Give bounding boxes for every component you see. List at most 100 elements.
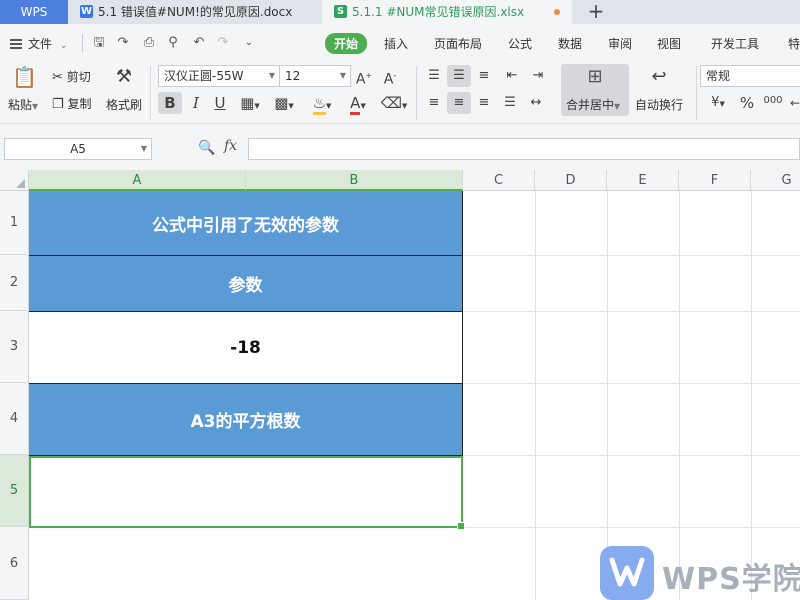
- cell-a4-header[interactable]: A3的平方根数: [29, 384, 463, 456]
- paste-label: 粘贴: [8, 98, 33, 112]
- borders-icon[interactable]: ▦▼: [236, 94, 264, 115]
- file-menu[interactable]: 文件 ⌄: [10, 35, 67, 52]
- wps-logo-icon: [600, 546, 654, 600]
- divider: [696, 66, 697, 120]
- cut-button[interactable]: ✂ 剪切: [52, 68, 91, 85]
- wps-home-tab[interactable]: WPS: [0, 0, 68, 24]
- column-header-f[interactable]: F: [679, 170, 751, 191]
- format-painter-button[interactable]: 格式刷: [106, 96, 142, 113]
- print-icon[interactable]: ⎙: [142, 36, 156, 50]
- divider: [150, 66, 151, 120]
- wps-academy-watermark: WPS学院: [600, 546, 800, 600]
- column-header-c[interactable]: C: [463, 170, 535, 191]
- gridline: [679, 191, 680, 600]
- gridline: [607, 191, 608, 600]
- currency-icon[interactable]: ¥▼: [704, 94, 732, 113]
- font-color-icon[interactable]: A▼: [344, 94, 372, 115]
- insert-function-button[interactable]: fx: [224, 138, 237, 154]
- chevron-down-icon: ▼: [614, 102, 621, 111]
- tab-special[interactable]: 特: [788, 35, 800, 52]
- column-header-e[interactable]: E: [607, 170, 679, 191]
- font-size-select[interactable]: 12 ▼: [279, 65, 351, 87]
- tab-page-layout[interactable]: 页面布局: [434, 35, 482, 52]
- tab-formulas[interactable]: 公式: [508, 35, 532, 52]
- align-center-icon[interactable]: ≡: [449, 94, 469, 112]
- row-header-1[interactable]: 1: [0, 191, 28, 255]
- formula-input[interactable]: [248, 138, 800, 160]
- increase-indent-icon[interactable]: ⇥: [528, 67, 548, 85]
- tab-review[interactable]: 审阅: [608, 35, 632, 52]
- number-format-value: 常规: [706, 69, 731, 83]
- name-box[interactable]: A5 ▼: [4, 138, 152, 160]
- align-left-icon[interactable]: ≡: [424, 94, 444, 112]
- format-painter-icon[interactable]: ⚒: [112, 68, 136, 92]
- divider: [416, 66, 417, 120]
- cell-a3-value[interactable]: -18: [29, 312, 463, 384]
- hamburger-icon: [10, 39, 22, 49]
- spreadsheet-icon: S: [334, 5, 347, 18]
- increase-font-icon[interactable]: A+: [354, 67, 374, 89]
- select-all-button[interactable]: [0, 170, 29, 191]
- distributed-icon[interactable]: ↔: [526, 94, 546, 112]
- tab-view[interactable]: 视图: [657, 35, 681, 52]
- tab-data[interactable]: 数据: [558, 35, 582, 52]
- column-header-d[interactable]: D: [535, 170, 607, 191]
- wrap-text-button[interactable]: 自动换行: [635, 96, 683, 113]
- paste-icon[interactable]: 📋: [12, 67, 37, 92]
- align-top-icon[interactable]: ☰: [424, 67, 444, 85]
- number-format-select[interactable]: 常规: [700, 65, 800, 87]
- underline-icon[interactable]: U: [210, 94, 230, 112]
- cell-a1-title[interactable]: 公式中引用了无效的参数: [29, 191, 463, 256]
- align-bottom-icon[interactable]: ≡: [474, 67, 494, 85]
- export-icon[interactable]: ↷: [116, 36, 130, 50]
- row-header-4[interactable]: 4: [0, 383, 28, 455]
- tab-xlsx[interactable]: S 5.1.1 #NUM常见错误原因.xlsx: [322, 0, 572, 24]
- decimal-icon[interactable]: ←: [788, 94, 800, 112]
- italic-icon[interactable]: I: [186, 94, 206, 112]
- row-header-3[interactable]: 3: [0, 311, 28, 383]
- chevron-down-icon: ▼: [140, 144, 147, 153]
- percent-button[interactable]: %: [738, 94, 756, 112]
- merge-center-button[interactable]: 合并居中▼: [566, 96, 620, 113]
- fill-pattern-icon[interactable]: ▩▼: [270, 94, 298, 115]
- zoom-search-icon[interactable]: 🔍: [198, 140, 215, 156]
- tab-developer[interactable]: 开发工具: [711, 35, 759, 52]
- merge-cells-icon[interactable]: ⊞: [582, 68, 608, 90]
- redo-icon[interactable]: ↷: [216, 36, 230, 50]
- paste-button[interactable]: 粘贴▼: [8, 96, 38, 113]
- cell-a2-header[interactable]: 参数: [29, 256, 463, 312]
- fill-color-icon[interactable]: ♨▼: [308, 94, 336, 115]
- tab-docx[interactable]: W 5.1 错误值#NUM!的常见原因.docx: [68, 0, 320, 24]
- justify-icon[interactable]: ☰: [500, 94, 520, 112]
- ribbon-toolbar: 📋 粘贴▼ ✂ 剪切 ❐ 复制 ⚒ 格式刷 汉仪正圆-55W ▼ 12 ▼ A+…: [0, 62, 800, 124]
- chevron-down-icon: ▼: [32, 102, 39, 111]
- decrease-indent-icon[interactable]: ⇤: [502, 67, 522, 85]
- column-header-b[interactable]: B: [246, 170, 463, 191]
- undo-icon[interactable]: ↶: [192, 36, 206, 50]
- column-header-a[interactable]: A: [29, 170, 246, 191]
- column-headers: A B C D E F G: [0, 170, 800, 191]
- row-header-5[interactable]: 5: [0, 455, 28, 527]
- column-header-g[interactable]: G: [751, 170, 800, 191]
- wrap-text-icon[interactable]: ↩: [646, 68, 672, 90]
- font-name-select[interactable]: 汉仪正圆-55W ▼: [158, 65, 280, 87]
- tab-docx-label: 5.1 错误值#NUM!的常见原因.docx: [98, 5, 293, 19]
- row-header-2[interactable]: 2: [0, 255, 28, 311]
- new-tab-button[interactable]: +: [584, 0, 608, 24]
- divider: [82, 34, 83, 52]
- customize-dropdown-icon[interactable]: ⌄: [242, 36, 256, 50]
- tab-home[interactable]: 开始: [325, 33, 368, 54]
- align-middle-icon[interactable]: ☰: [449, 67, 469, 85]
- tab-insert[interactable]: 插入: [384, 35, 408, 52]
- thousands-separator-button[interactable]: 000: [762, 92, 784, 110]
- bold-icon[interactable]: B: [160, 94, 180, 112]
- print-preview-icon[interactable]: ⚲: [166, 36, 180, 50]
- clear-format-icon[interactable]: ⌫▼: [380, 94, 408, 115]
- row-header-6[interactable]: 6: [0, 527, 28, 600]
- align-right-icon[interactable]: ≡: [474, 94, 494, 112]
- writer-doc-icon: W: [80, 5, 93, 18]
- decrease-font-icon[interactable]: A-: [380, 67, 400, 89]
- save-icon[interactable]: 🖫: [92, 36, 106, 50]
- copy-button[interactable]: ❐ 复制: [52, 95, 92, 112]
- gridline: [535, 191, 536, 600]
